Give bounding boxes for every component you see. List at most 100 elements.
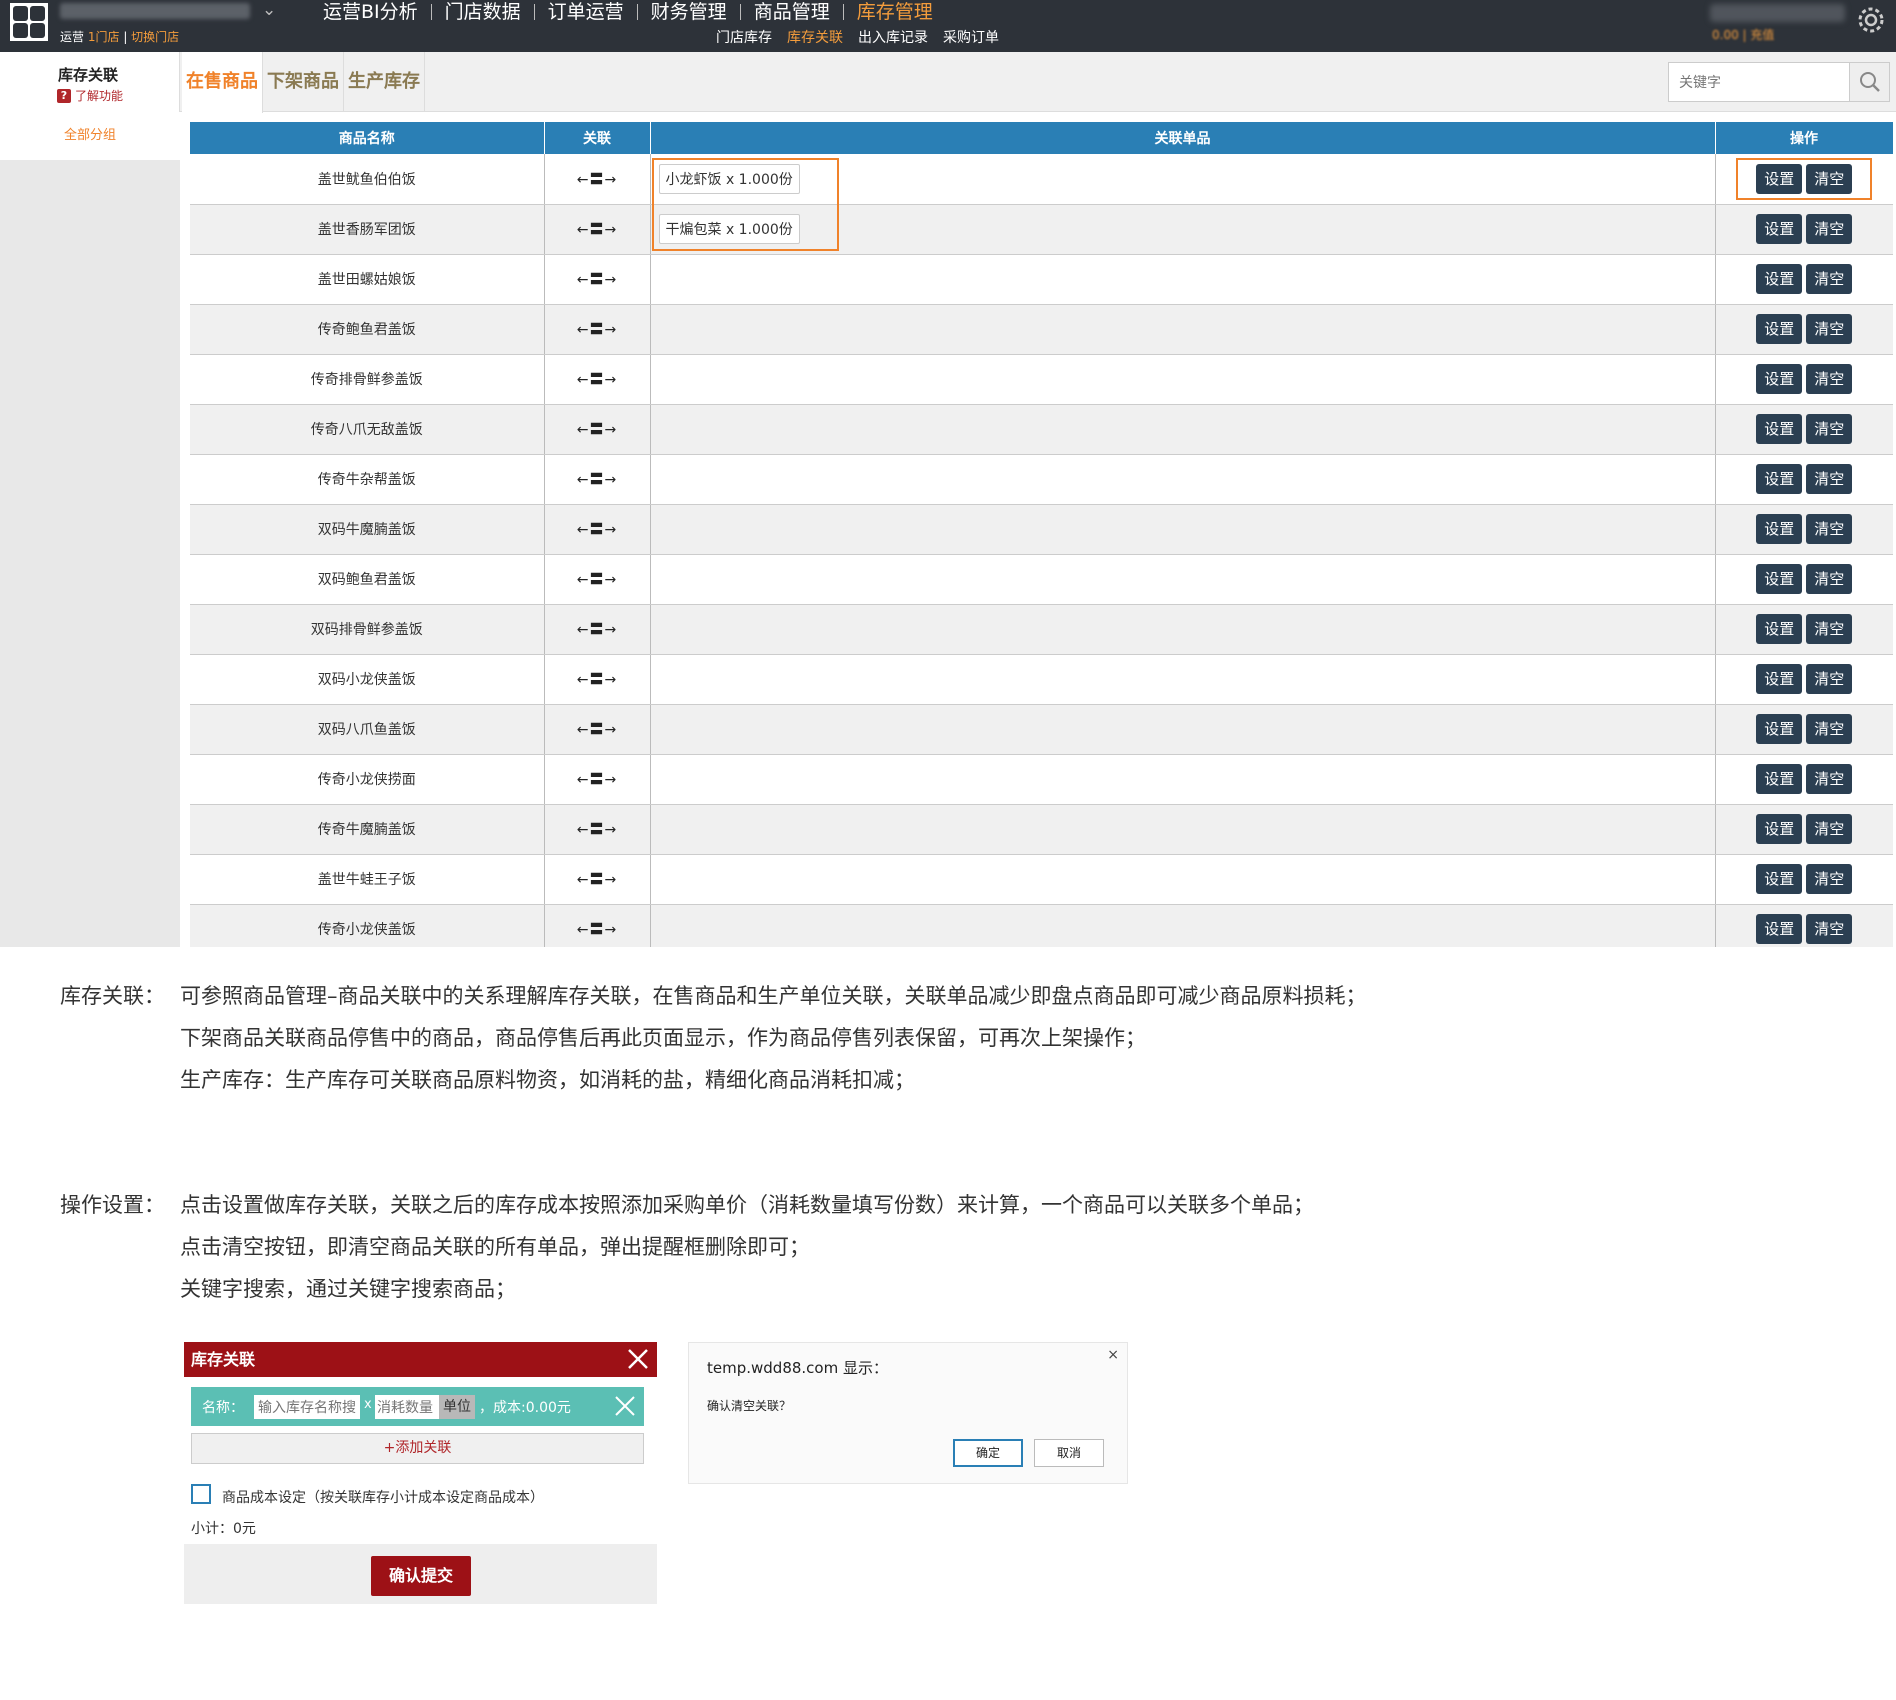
product-name: 双码鲍鱼君盖饭 — [190, 554, 544, 605]
product-name: 盖世牛蛙王子饭 — [190, 854, 544, 905]
cancel-button[interactable]: 取消 — [1034, 1439, 1104, 1467]
product-name: 双码牛魔腩盖饭 — [190, 504, 544, 555]
product-name: 传奇鲍鱼君盖饭 — [190, 304, 544, 355]
clear-button[interactable]: 清空 — [1806, 264, 1853, 294]
set-button[interactable]: 设置 — [1756, 814, 1803, 844]
nav-item[interactable]: 门店数据 — [432, 1, 534, 23]
clear-button[interactable]: 清空 — [1806, 914, 1853, 944]
product-name: 传奇小龙侠捞面 — [190, 754, 544, 805]
nav-item[interactable]: 财务管理 — [638, 1, 740, 23]
submit-button[interactable]: 确认提交 — [371, 1556, 471, 1596]
stock-name-input[interactable] — [254, 1395, 360, 1419]
set-button[interactable]: 设置 — [1756, 564, 1803, 594]
gear-icon[interactable] — [1854, 3, 1888, 37]
set-button[interactable]: 设置 — [1756, 414, 1803, 444]
user-balance[interactable]: 0.00 | 充值 — [1712, 26, 1774, 43]
actions-cell: 设置 清空 — [1714, 654, 1893, 705]
note-label-2: 操作设置： — [60, 1193, 165, 1217]
nav-item[interactable]: 商品管理 — [741, 1, 843, 23]
store-name-blurred[interactable] — [60, 3, 250, 19]
chevron-down-icon[interactable]: ⌄ — [262, 0, 276, 20]
set-button[interactable]: 设置 — [1756, 314, 1803, 344]
set-button[interactable]: 设置 — [1756, 914, 1803, 944]
link-icon: ←〓→ — [576, 872, 618, 888]
clear-button[interactable]: 清空 — [1806, 764, 1853, 794]
link-icon: ←〓→ — [576, 722, 618, 738]
sidebar-item-all-groups[interactable]: 全部分组 — [0, 112, 180, 160]
close-icon[interactable] — [625, 1346, 651, 1372]
set-button[interactable]: 设置 — [1756, 214, 1803, 244]
set-button[interactable]: 设置 — [1756, 864, 1803, 894]
link-cell: ←〓→ — [543, 704, 651, 755]
clear-button[interactable]: 清空 — [1806, 814, 1853, 844]
note-line: 点击设置做库存关联，关联之后的库存成本按照添加采购单价（消耗数量填写份数）来计算… — [180, 1193, 1314, 1217]
set-button[interactable]: 设置 — [1756, 764, 1803, 794]
switch-store-link[interactable]: 切换门店 — [131, 30, 179, 44]
set-button[interactable]: 设置 — [1756, 664, 1803, 694]
help-link[interactable]: ? 了解功能 — [57, 87, 123, 104]
clear-button[interactable]: 清空 — [1806, 364, 1853, 394]
product-name: 双码排骨鲜参盖饭 — [190, 604, 544, 655]
set-button[interactable]: 设置 — [1756, 264, 1803, 294]
times-sign: x — [364, 1397, 372, 1412]
table-row: 盖世牛蛙王子饭 ←〓→ 设置 清空 — [190, 854, 1893, 905]
clear-button[interactable]: 清空 — [1806, 614, 1853, 644]
clear-button[interactable]: 清空 — [1806, 414, 1853, 444]
table-row: 传奇小龙侠盖饭 ←〓→ 设置 清空 — [190, 904, 1893, 947]
subnav-item[interactable]: 出入库记录 — [858, 27, 928, 47]
clear-button[interactable]: 清空 — [1806, 564, 1853, 594]
actions-cell: 设置 清空 — [1714, 804, 1893, 855]
tab-bar: 在售商品 下架商品 生产库存 — [182, 52, 425, 113]
clear-button[interactable]: 清空 — [1806, 464, 1853, 494]
table-row: 双码八爪鱼盖饭 ←〓→ 设置 清空 — [190, 704, 1893, 755]
remove-row-icon[interactable] — [612, 1393, 638, 1419]
link-cell: ←〓→ — [543, 804, 651, 855]
tab-on-sale[interactable]: 在售商品 — [182, 52, 263, 113]
tab-off-sale[interactable]: 下架商品 — [263, 52, 344, 112]
tab-production-stock[interactable]: 生产库存 — [344, 52, 425, 112]
actions-cell: 设置 清空 — [1714, 754, 1893, 805]
close-icon[interactable]: × — [1107, 1347, 1119, 1363]
note-line: 点击清空按钮，即清空商品关联的所有单品，弹出提醒框删除即可； — [180, 1235, 810, 1259]
linked-items-cell — [650, 904, 1715, 947]
nav-item[interactable]: 运营BI分析 — [310, 1, 431, 23]
subnav-item[interactable]: 门店库存 — [716, 27, 772, 47]
nav-item[interactable]: 库存管理 — [844, 1, 946, 23]
clear-button[interactable]: 清空 — [1806, 714, 1853, 744]
clear-button[interactable]: 清空 — [1806, 314, 1853, 344]
subtotal-text: 小计：0元 — [191, 1521, 256, 1537]
note-line: 下架商品关联商品停售中的商品，商品停售后再此页面显示，作为商品停售列表保留，可再… — [180, 1026, 1146, 1050]
set-button[interactable]: 设置 — [1756, 514, 1803, 544]
nav-item[interactable]: 订单运营 — [535, 1, 637, 23]
quantity-input[interactable] — [375, 1395, 439, 1419]
table-header-row: 商品名称 关联 关联单品 操作 — [190, 122, 1893, 154]
table-row: 盖世鱿鱼伯伯饭 ←〓→ 小龙虾饭 x 1.000份 设置 清空 — [190, 154, 1893, 205]
clear-button[interactable]: 清空 — [1806, 214, 1853, 244]
col-header-name: 商品名称 — [190, 122, 545, 154]
link-icon: ←〓→ — [576, 822, 618, 838]
set-button[interactable]: 设置 — [1756, 364, 1803, 394]
link-icon: ←〓→ — [576, 272, 618, 288]
note-line: 生产库存：生产库存可关联商品原料物资，如消耗的盐，精细化商品消耗扣减； — [180, 1068, 915, 1092]
set-button[interactable]: 设置 — [1756, 714, 1803, 744]
user-account-blurred[interactable] — [1710, 4, 1845, 22]
subnav-item[interactable]: 库存关联 — [787, 27, 843, 47]
set-button[interactable]: 设置 — [1756, 614, 1803, 644]
dialog-footer: 确认提交 — [184, 1544, 657, 1604]
clear-button[interactable]: 清空 — [1806, 514, 1853, 544]
ok-button[interactable]: 确定 — [953, 1439, 1023, 1467]
clear-button[interactable]: 清空 — [1806, 664, 1853, 694]
cost-setting-label: 商品成本设定（按关联库存小计成本设定商品成本） — [222, 1490, 544, 1506]
subnav-item[interactable]: 采购订单 — [943, 27, 999, 47]
clear-button[interactable]: 清空 — [1806, 864, 1853, 894]
link-icon: ←〓→ — [576, 171, 618, 188]
actions-cell: 设置 清空 — [1714, 904, 1893, 947]
linked-items-cell — [650, 704, 1715, 755]
link-icon: ←〓→ — [576, 222, 618, 238]
add-link-button[interactable]: +添加关联 — [191, 1433, 644, 1464]
set-button[interactable]: 设置 — [1756, 464, 1803, 494]
search-button[interactable] — [1849, 63, 1889, 101]
cost-setting-checkbox[interactable] — [191, 1484, 211, 1504]
search-input[interactable] — [1669, 63, 1851, 101]
table-row: 盖世田螺姑娘饭 ←〓→ 设置 清空 — [190, 254, 1893, 305]
